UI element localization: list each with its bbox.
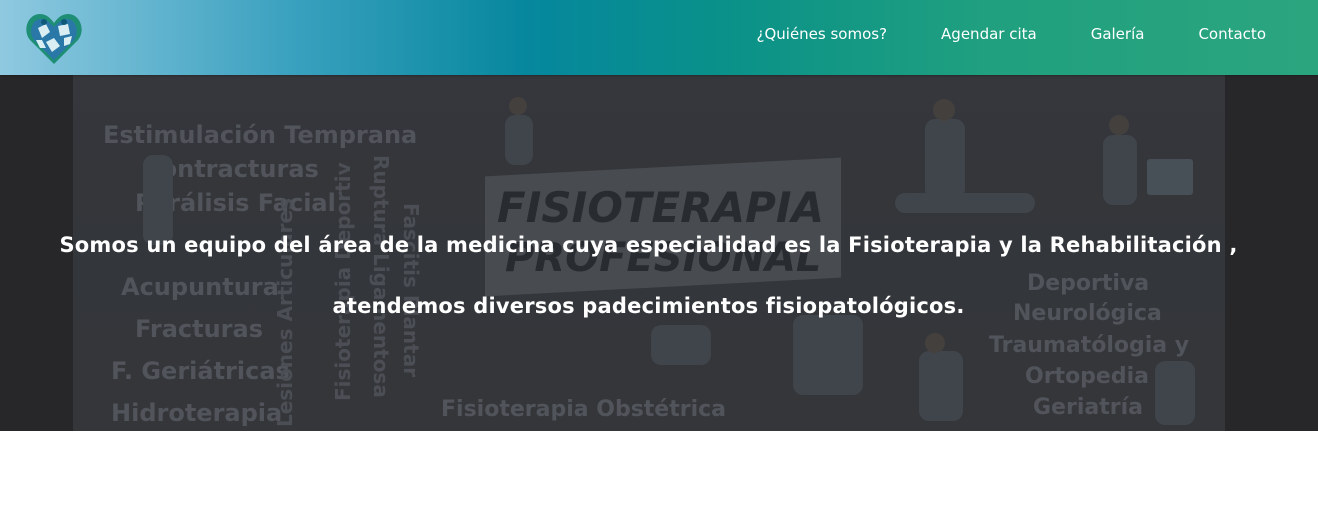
nav-link-agendar-cita[interactable]: Agendar cita: [914, 25, 1064, 43]
hero-section: Estimulación Temprana Contracturas Parál…: [0, 75, 1318, 431]
hero-line-1: Somos un equipo del área de la medicina …: [59, 233, 1238, 257]
main-nav: ¿Quiénes somos? Agendar cita Galería Con…: [730, 0, 1318, 68]
nav-link-galeria[interactable]: Galería: [1064, 25, 1172, 43]
nav-link-quienes-somos[interactable]: ¿Quiénes somos?: [730, 25, 915, 43]
heart-puzzle-logo-icon[interactable]: [24, 10, 84, 66]
hero-line-2: atendemos diversos padecimientos fisiopa…: [332, 294, 965, 318]
top-navbar: ¿Quiénes somos? Agendar cita Galería Con…: [0, 0, 1318, 75]
nav-link-contacto[interactable]: Contacto: [1171, 25, 1318, 43]
